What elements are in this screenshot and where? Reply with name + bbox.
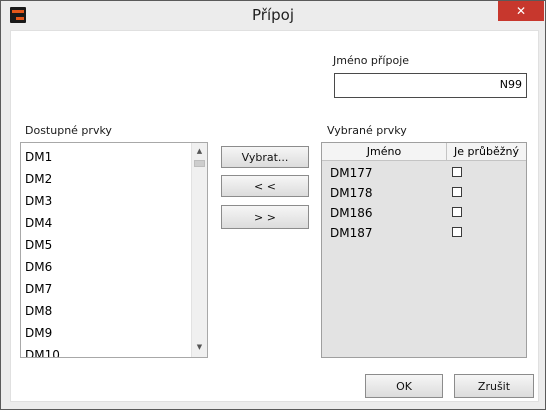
available-items-label: Dostupné prvky <box>25 124 112 137</box>
list-item[interactable]: DM1 <box>25 150 52 164</box>
cancel-button[interactable]: Zrušit <box>454 374 534 398</box>
connection-name-field[interactable]: N99 <box>334 73 527 98</box>
available-items-list[interactable]: DM1 DM2 DM3 DM4 DM5 DM6 DM7 DM8 DM9 DM10… <box>20 142 208 358</box>
close-button[interactable]: ✕ <box>498 1 544 21</box>
ok-button-label: OK <box>396 379 412 393</box>
list-item[interactable]: DM4 <box>25 216 52 230</box>
vertical-scrollbar[interactable]: ▲ ▼ <box>191 143 207 357</box>
table-row[interactable]: DM186 <box>322 203 526 223</box>
select-button-label: Vybrat... <box>241 150 289 164</box>
add-button[interactable]: > > <box>221 205 309 229</box>
table-row[interactable]: DM178 <box>322 183 526 203</box>
title-bar[interactable]: Přípoj ✕ <box>1 1 545 30</box>
row-name: DM177 <box>330 166 373 180</box>
list-item[interactable]: DM5 <box>25 238 52 252</box>
dialog-window: Přípoj ✕ Jméno přípoje N99 Dostupné prvk… <box>0 0 546 410</box>
dialog-body: Jméno přípoje N99 Dostupné prvky DM1 DM2… <box>10 30 539 402</box>
window-title: Přípoj <box>252 6 294 24</box>
list-item[interactable]: DM3 <box>25 194 52 208</box>
connection-name-value: N99 <box>499 78 522 91</box>
through-checkbox[interactable] <box>452 187 462 197</box>
selected-items-grid[interactable]: Jméno Je průběžný DM177 DM178 DM186 DM18… <box>321 142 527 358</box>
table-row[interactable]: DM187 <box>322 223 526 243</box>
select-button[interactable]: Vybrat... <box>221 146 309 168</box>
column-header-through[interactable]: Je průběžný <box>447 143 526 160</box>
scroll-thumb[interactable] <box>194 160 205 167</box>
list-item[interactable]: DM9 <box>25 326 52 340</box>
scroll-up-icon[interactable]: ▲ <box>194 146 205 157</box>
through-checkbox[interactable] <box>452 167 462 177</box>
add-button-label: > > <box>254 210 276 224</box>
column-header-name[interactable]: Jméno <box>322 143 447 160</box>
list-item[interactable]: DM6 <box>25 260 52 274</box>
row-name: DM186 <box>330 206 373 220</box>
table-row[interactable]: DM177 <box>322 163 526 183</box>
close-icon: ✕ <box>515 4 527 18</box>
list-item[interactable]: DM10 <box>25 348 60 357</box>
through-checkbox[interactable] <box>452 207 462 217</box>
list-item[interactable]: DM7 <box>25 282 52 296</box>
selected-items-label: Vybrané prvky <box>327 124 407 137</box>
ok-button[interactable]: OK <box>365 374 443 398</box>
list-item[interactable]: DM2 <box>25 172 52 186</box>
connection-name-label: Jméno přípoje <box>333 54 410 67</box>
through-checkbox[interactable] <box>452 227 462 237</box>
grid-header: Jméno Je průběžný <box>322 143 526 161</box>
cancel-button-label: Zrušit <box>477 379 511 393</box>
remove-button-label: < < <box>254 179 276 193</box>
remove-button[interactable]: < < <box>221 175 309 197</box>
row-name: DM178 <box>330 186 373 200</box>
row-name: DM187 <box>330 226 373 240</box>
list-item[interactable]: DM8 <box>25 304 52 318</box>
scroll-down-icon[interactable]: ▼ <box>194 342 205 353</box>
